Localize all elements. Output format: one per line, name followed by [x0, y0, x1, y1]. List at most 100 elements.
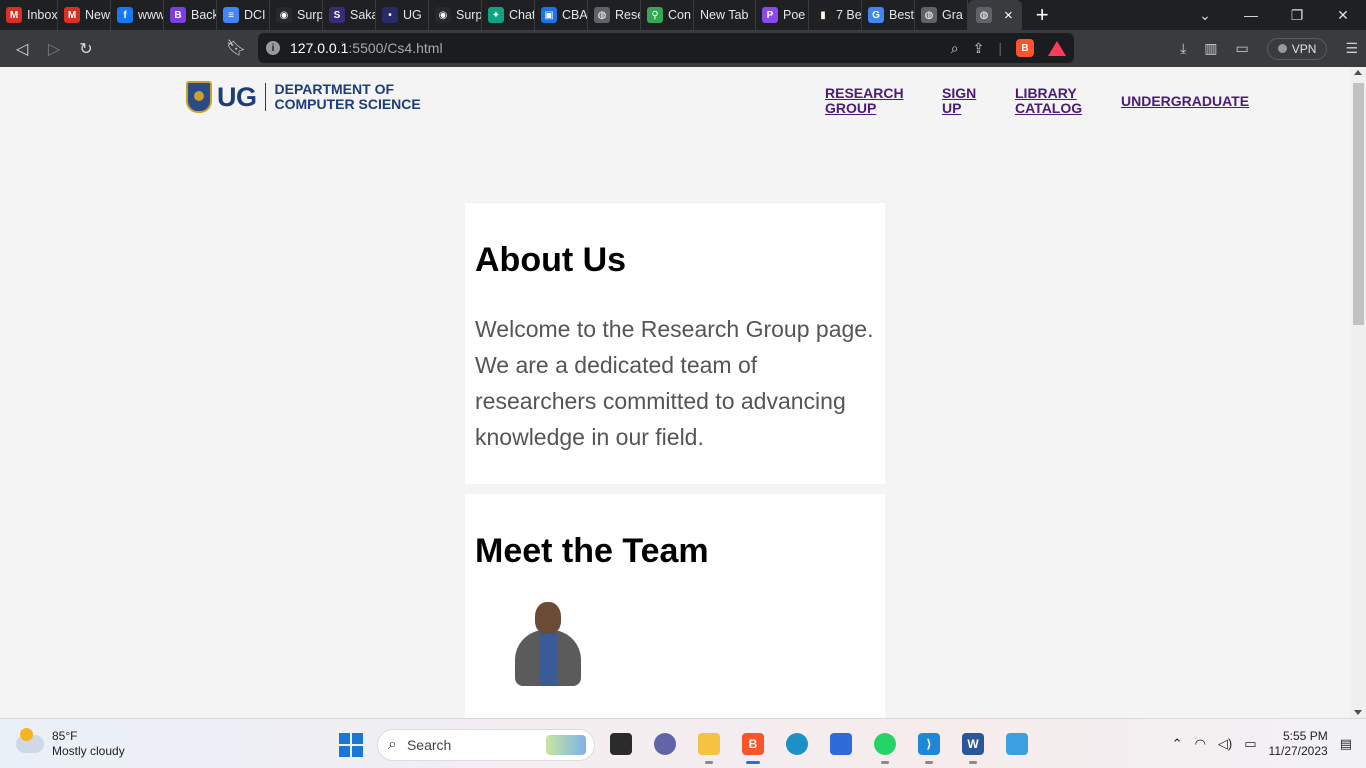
about-us-card: About Us Welcome to the Research Group p…	[465, 203, 885, 484]
taskbar-search[interactable]: ⌕ Search	[377, 729, 595, 761]
whatsapp-icon	[874, 733, 896, 755]
browser-tab[interactable]: S Saka	[323, 0, 376, 30]
word-app[interactable]: W	[956, 727, 990, 764]
browser-tab[interactable]: ≡ DCI	[217, 0, 270, 30]
scroll-up-icon[interactable]	[1354, 70, 1362, 75]
tab-active[interactable]: ◍ ×	[968, 0, 1022, 30]
weather-widget[interactable]: 85°F Mostly cloudy	[16, 728, 125, 759]
weather-temp: 85°F	[52, 729, 78, 743]
vpn-button[interactable]: VPN	[1266, 37, 1328, 60]
page-scrollbar[interactable]	[1350, 67, 1366, 718]
gmail-icon: M	[64, 7, 80, 23]
bookmark-icon[interactable]: 🔖︎	[220, 32, 252, 64]
close-tab-icon[interactable]: ×	[1004, 7, 1013, 24]
tab-label: Gra	[942, 8, 963, 22]
address-bar[interactable]: i 127.0.0.1 :5500/Cs4.html ⌕ ⇪ | B	[258, 33, 1074, 63]
bookmark-icon: ▮	[815, 7, 831, 23]
tab-label: Rese	[615, 8, 640, 22]
site-info-icon[interactable]: i	[266, 41, 280, 55]
browser-tab[interactable]: New Tab	[694, 0, 756, 30]
vscode-app[interactable]: ⟩	[912, 727, 946, 764]
tab-label: DCI	[244, 8, 266, 22]
member-head	[535, 602, 561, 634]
browser-tab-strip: M Inbox M New f www B Back ≡ DCI ◉ Surp S Saka • UG ◉ Sur…	[0, 0, 1366, 30]
toolbar-right: ⤓ ▥ ▭ VPN ☰	[1180, 30, 1358, 67]
share-icon[interactable]: ⇪	[973, 40, 985, 57]
browser-tab[interactable]: M New	[58, 0, 111, 30]
nav-sign-up[interactable]: SIGN UP	[942, 86, 976, 116]
battery-icon[interactable]: ▭	[1244, 736, 1256, 752]
file-explorer-app[interactable]	[692, 727, 726, 764]
meet-the-team-card: Meet the Team	[465, 494, 885, 718]
github-icon: ◉	[435, 7, 451, 23]
browser-tab[interactable]: ▣ CBA	[535, 0, 588, 30]
sidebar-icon[interactable]: ▥	[1204, 40, 1217, 57]
store-app[interactable]	[824, 727, 858, 761]
github-icon: ◉	[276, 7, 292, 23]
nav-library-catalog[interactable]: LIBRARY CATALOG	[1015, 86, 1082, 116]
tab-label: Chat	[509, 8, 535, 22]
browser-tab[interactable]: ◉ Surp	[270, 0, 323, 30]
vpn-label: VPN	[1291, 41, 1317, 56]
tab-label: New	[85, 8, 111, 22]
address-bar-actions: ⌕ ⇪ | B	[951, 39, 1066, 57]
clock-date: 11/27/2023	[1268, 744, 1328, 758]
word-icon: W	[962, 733, 984, 755]
cloud-sun-icon	[16, 728, 44, 753]
browser-tab[interactable]: P Poe	[756, 0, 809, 30]
browser-tab[interactable]: ◍ Rese	[588, 0, 641, 30]
edge-app[interactable]	[780, 727, 814, 761]
wifi-icon[interactable]: ◠	[1195, 736, 1206, 752]
system-tray: ⌃ ◠ ◁) ▭ 5:55 PM 11/27/2023 ▤	[1172, 729, 1352, 759]
browser-tab[interactable]: ⚲ Con	[641, 0, 694, 30]
browser-tab[interactable]: ▮ 7 Be	[809, 0, 862, 30]
chat-app[interactable]	[648, 727, 682, 761]
browser-tab[interactable]: G Best	[862, 0, 915, 30]
nav-research-group[interactable]: RESEARCH GROUP	[825, 86, 904, 116]
back-button[interactable]: ◁	[6, 33, 38, 65]
clock-time: 5:55 PM	[1283, 729, 1328, 743]
close-window-button[interactable]: ✕	[1320, 0, 1366, 30]
task-view-button[interactable]	[604, 727, 638, 761]
wallet-icon[interactable]: ▭	[1236, 40, 1249, 57]
notifications-icon[interactable]: ▤	[1340, 736, 1352, 752]
sakai-icon: S	[329, 7, 345, 23]
nav-undergraduate[interactable]: UNDERGRADUATE	[1121, 94, 1249, 109]
browser-tab[interactable]: f www	[111, 0, 164, 30]
tab-search-chevron-icon[interactable]: ⌄	[1182, 0, 1228, 30]
brave-app[interactable]: B	[736, 727, 770, 764]
browser-tab[interactable]: ✦ Chat	[482, 0, 535, 30]
photos-app[interactable]	[1000, 727, 1034, 761]
browser-tab[interactable]: ◍ Gra	[915, 0, 968, 30]
zoom-icon[interactable]: ⌕	[951, 40, 959, 57]
poe-icon: P	[762, 7, 778, 23]
forward-button[interactable]: ▷	[38, 33, 70, 65]
restore-button[interactable]: ❐	[1274, 0, 1320, 30]
browser-tab[interactable]: • UG	[376, 0, 429, 30]
chevron-up-icon[interactable]: ⌃	[1172, 736, 1183, 752]
start-button[interactable]	[339, 733, 363, 757]
separator: |	[998, 40, 1002, 56]
tab-label: Best	[889, 8, 915, 22]
clock[interactable]: 5:55 PM 11/27/2023	[1269, 729, 1328, 759]
download-icon[interactable]: ⤓	[1180, 40, 1186, 57]
whatsapp-app[interactable]	[868, 727, 902, 764]
volume-icon[interactable]: ◁)	[1218, 736, 1232, 752]
brave-shields-icon[interactable]: B	[1016, 39, 1034, 57]
vpn-status-icon	[1277, 44, 1287, 53]
gmail-icon: M	[6, 7, 22, 23]
browser-tab[interactable]: B Back	[164, 0, 217, 30]
minimize-button[interactable]: —	[1228, 0, 1274, 30]
tab-label: CBA	[562, 8, 588, 22]
browser-tab[interactable]: M Inbox	[0, 0, 58, 30]
tab-label: Inbox	[27, 8, 58, 22]
reload-button[interactable]: ↻	[70, 33, 102, 65]
menu-icon[interactable]: ☰	[1345, 40, 1358, 57]
scroll-down-icon[interactable]	[1354, 710, 1362, 715]
browser-tab[interactable]: ◉ Surp	[429, 0, 482, 30]
folder-icon	[698, 733, 720, 755]
scrollbar-thumb[interactable]	[1353, 83, 1364, 325]
about-us-text: Welcome to the Research Group page. We a…	[475, 316, 874, 450]
brave-rewards-icon[interactable]	[1048, 40, 1066, 56]
new-tab-button[interactable]: +	[1022, 2, 1061, 28]
